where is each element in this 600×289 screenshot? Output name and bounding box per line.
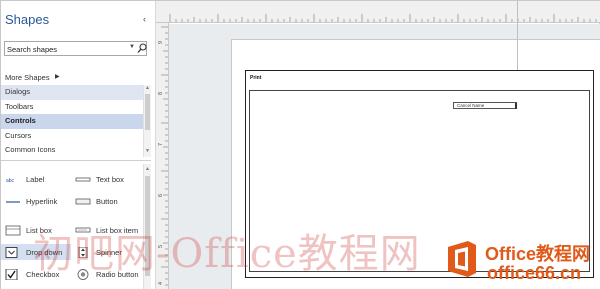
shapes-pane-title: Shapes [5, 12, 50, 27]
stencil-cursors[interactable]: Cursors [1, 129, 143, 144]
shape-text-box[interactable]: Text box [71, 171, 141, 187]
print-dialog-title: Print [250, 75, 262, 81]
scroll-down-icon[interactable]: ▼ [145, 148, 150, 154]
selected-control-text: Cancel Name [457, 103, 485, 108]
stencil-list: Dialogs Toolbars Controls Cursors Common… [1, 85, 143, 158]
svg-text:abc: abc [6, 178, 15, 184]
checkbox-icon [5, 269, 18, 280]
stencil-dialogs[interactable]: Dialogs [1, 85, 143, 100]
more-shapes-link[interactable]: More Shapes [5, 73, 50, 82]
visio-window: Shapes ‹ ▼ More Shapes ▶ Dialogs Toolbar… [0, 0, 600, 289]
shape-hyperlink-text: Hyperlink [26, 197, 58, 206]
left-ruler-label-4: 4 [158, 282, 164, 285]
label-icon: abc [6, 178, 15, 184]
search-dropdown-icon[interactable]: ▼ [129, 44, 135, 50]
shape-button[interactable]: Button [71, 193, 141, 209]
watermark-text: 初吧网-Office教程网 [33, 231, 421, 277]
hyperlink-icon [6, 201, 20, 203]
shape-text-box-text: Text box [96, 175, 124, 184]
scroll-thumb[interactable] [145, 94, 150, 130]
more-shapes-arrow-icon[interactable]: ▶ [55, 73, 60, 80]
top-ruler [156, 1, 600, 23]
selected-control-shape[interactable]: Cancel Name [453, 102, 517, 109]
search-shapes-input[interactable] [7, 44, 125, 54]
stencil-common-icons[interactable]: Common Icons [1, 143, 143, 158]
shape-hyperlink[interactable]: Hyperlink [1, 193, 71, 209]
shape-button-text: Button [96, 197, 118, 206]
office-logo-icon [448, 241, 476, 277]
drop-down-icon [5, 247, 18, 258]
left-ruler-label-8: 8 [158, 92, 164, 95]
list-box-icon [5, 225, 21, 236]
stencil-controls[interactable]: Controls [1, 114, 143, 129]
left-ruler-label-9: 9 [158, 41, 164, 44]
top-ruler-ticks [169, 14, 597, 22]
watermark-brand-bottom: office66.cn [487, 263, 582, 283]
shapes-scroll-up-icon[interactable]: ▲ [145, 166, 150, 172]
search-shapes-box[interactable]: ▼ [4, 41, 147, 56]
search-icon[interactable] [137, 43, 147, 54]
button-icon [75, 198, 91, 205]
left-ruler-label-7: 7 [158, 143, 164, 146]
shape-label[interactable]: abc Label [1, 171, 71, 187]
text-box-icon [75, 177, 91, 182]
shape-label-text: Label [26, 175, 45, 184]
pane-divider [1, 160, 151, 161]
stencil-toolbars[interactable]: Toolbars [1, 100, 143, 115]
stencil-scrollbar[interactable]: ▲ ▼ [143, 85, 151, 157]
resize-handle[interactable] [515, 103, 517, 109]
collapse-pane-icon[interactable]: ‹ [143, 14, 146, 24]
left-ruler-label-6: 6 [158, 194, 164, 197]
scroll-up-icon[interactable]: ▲ [145, 85, 150, 91]
